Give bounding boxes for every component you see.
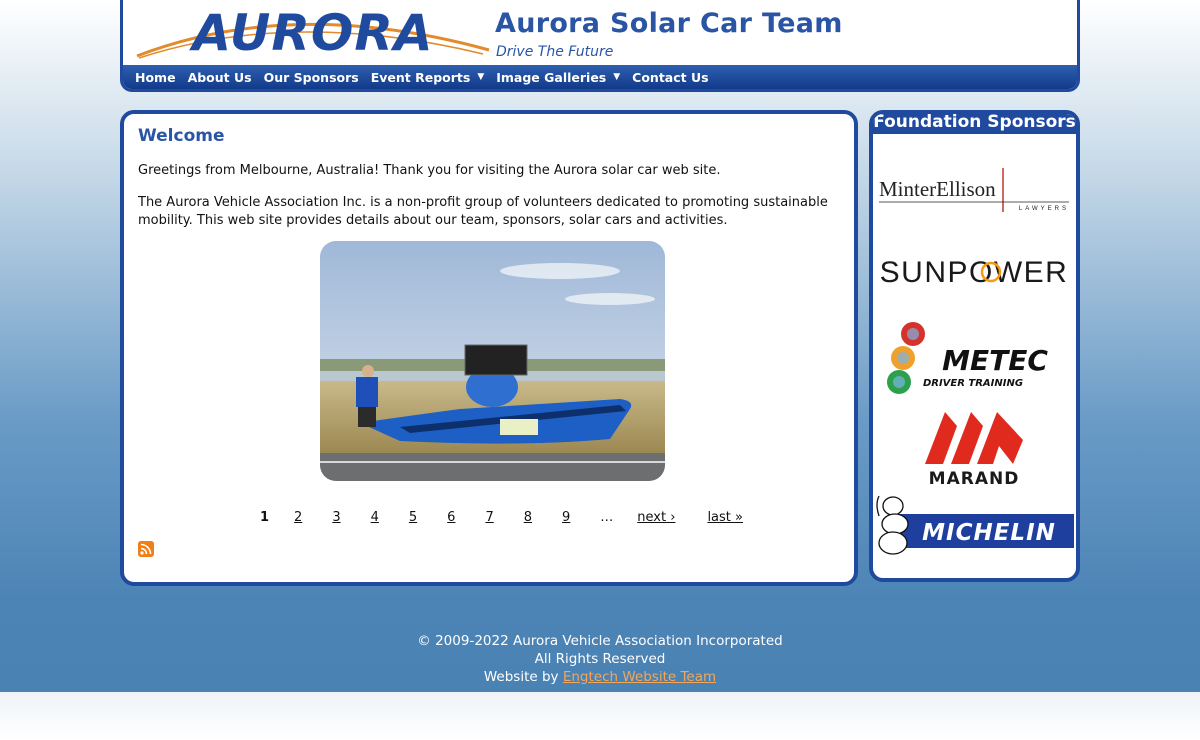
pagination: 1 2 3 4 5 6 7 8 9 … next › last »: [260, 510, 773, 525]
nav-item-our-sponsors[interactable]: Our Sponsors: [264, 70, 359, 85]
page-bottom-band: [0, 692, 1200, 740]
website-credit: Website by Engtech Website Team: [483, 669, 717, 685]
chevron-down-icon: ▼: [477, 72, 485, 82]
page-link[interactable]: 7: [485, 510, 493, 525]
page-current: 1: [260, 510, 270, 525]
nav-item-about-us[interactable]: About Us: [188, 70, 252, 85]
intro-paragraph: Greetings from Melbourne, Australia! Tha…: [138, 163, 721, 178]
svg-text:MICHELIN: MICHELIN: [922, 520, 1056, 546]
nav-item-home[interactable]: Home: [135, 70, 176, 85]
svg-text:LAWYERS: LAWYERS: [1019, 206, 1069, 212]
chevron-down-icon: ▼: [613, 72, 621, 82]
sponsor-logo-michelin[interactable]: MICHELIN: [873, 494, 1076, 558]
rss-feed-icon[interactable]: [138, 541, 154, 557]
page-link[interactable]: 3: [332, 510, 340, 525]
rights-text: All Rights Reserved: [534, 651, 666, 667]
sponsor-logo-minterellison[interactable]: MinterEllison LAWYERS: [873, 160, 1076, 220]
sponsor-logo-metec[interactable]: METEC DRIVER TRAINING: [873, 318, 1076, 400]
svg-text:SUNPOWER: SUNPOWER: [880, 256, 1069, 289]
sidebar-title: Foundation Sponsors: [873, 112, 1076, 134]
main-nav: Home About Us Our Sponsors Event Reports…: [123, 65, 1077, 89]
aurora-logo[interactable]: AURORA: [133, 4, 493, 60]
site-slogan: Drive The Future: [496, 44, 614, 60]
site-header: AURORA Aurora Solar Car Team Drive The F…: [120, 0, 1080, 92]
site-title[interactable]: Aurora Solar Car Team: [495, 8, 843, 39]
page-ellipsis: …: [600, 510, 614, 525]
sponsor-logo-sunpower[interactable]: SUNPOWER: [873, 250, 1076, 292]
svg-text:DRIVER TRAINING: DRIVER TRAINING: [923, 378, 1023, 389]
page-link[interactable]: 2: [294, 510, 302, 525]
nav-item-contact-us[interactable]: Contact Us: [632, 70, 708, 85]
sponsors-sidebar: Foundation Sponsors MinterEllison LAWYER…: [869, 110, 1080, 582]
svg-text:MinterEllison: MinterEllison: [879, 177, 996, 201]
last-page-link[interactable]: last »: [707, 510, 743, 525]
site-footer: © 2009-2022 Aurora Vehicle Association I…: [0, 632, 1200, 686]
sponsor-logo-marand[interactable]: MARAND: [873, 404, 1076, 486]
page-link[interactable]: 6: [447, 510, 455, 525]
svg-text:MARAND: MARAND: [929, 469, 1020, 486]
main-content-panel: Welcome Greetings from Melbourne, Austra…: [120, 110, 858, 586]
copyright-text: © 2009-2022 Aurora Vehicle Association I…: [417, 633, 783, 649]
svg-text:AURORA: AURORA: [188, 4, 433, 60]
nav-item-event-reports[interactable]: Event Reports ▼: [371, 70, 485, 85]
page-link[interactable]: 9: [562, 510, 570, 525]
svg-text:METEC: METEC: [942, 344, 1048, 377]
solar-car-photo: [320, 241, 665, 481]
website-credit-link[interactable]: Engtech Website Team: [563, 669, 716, 685]
next-page-link[interactable]: next ›: [637, 510, 675, 525]
nav-item-image-galleries[interactable]: Image Galleries ▼: [496, 70, 620, 85]
page-title[interactable]: Welcome: [138, 126, 225, 146]
about-paragraph: The Aurora Vehicle Association Inc. is a…: [138, 195, 828, 228]
page-link[interactable]: 5: [409, 510, 417, 525]
page-link[interactable]: 8: [524, 510, 532, 525]
page-link[interactable]: 4: [371, 510, 379, 525]
